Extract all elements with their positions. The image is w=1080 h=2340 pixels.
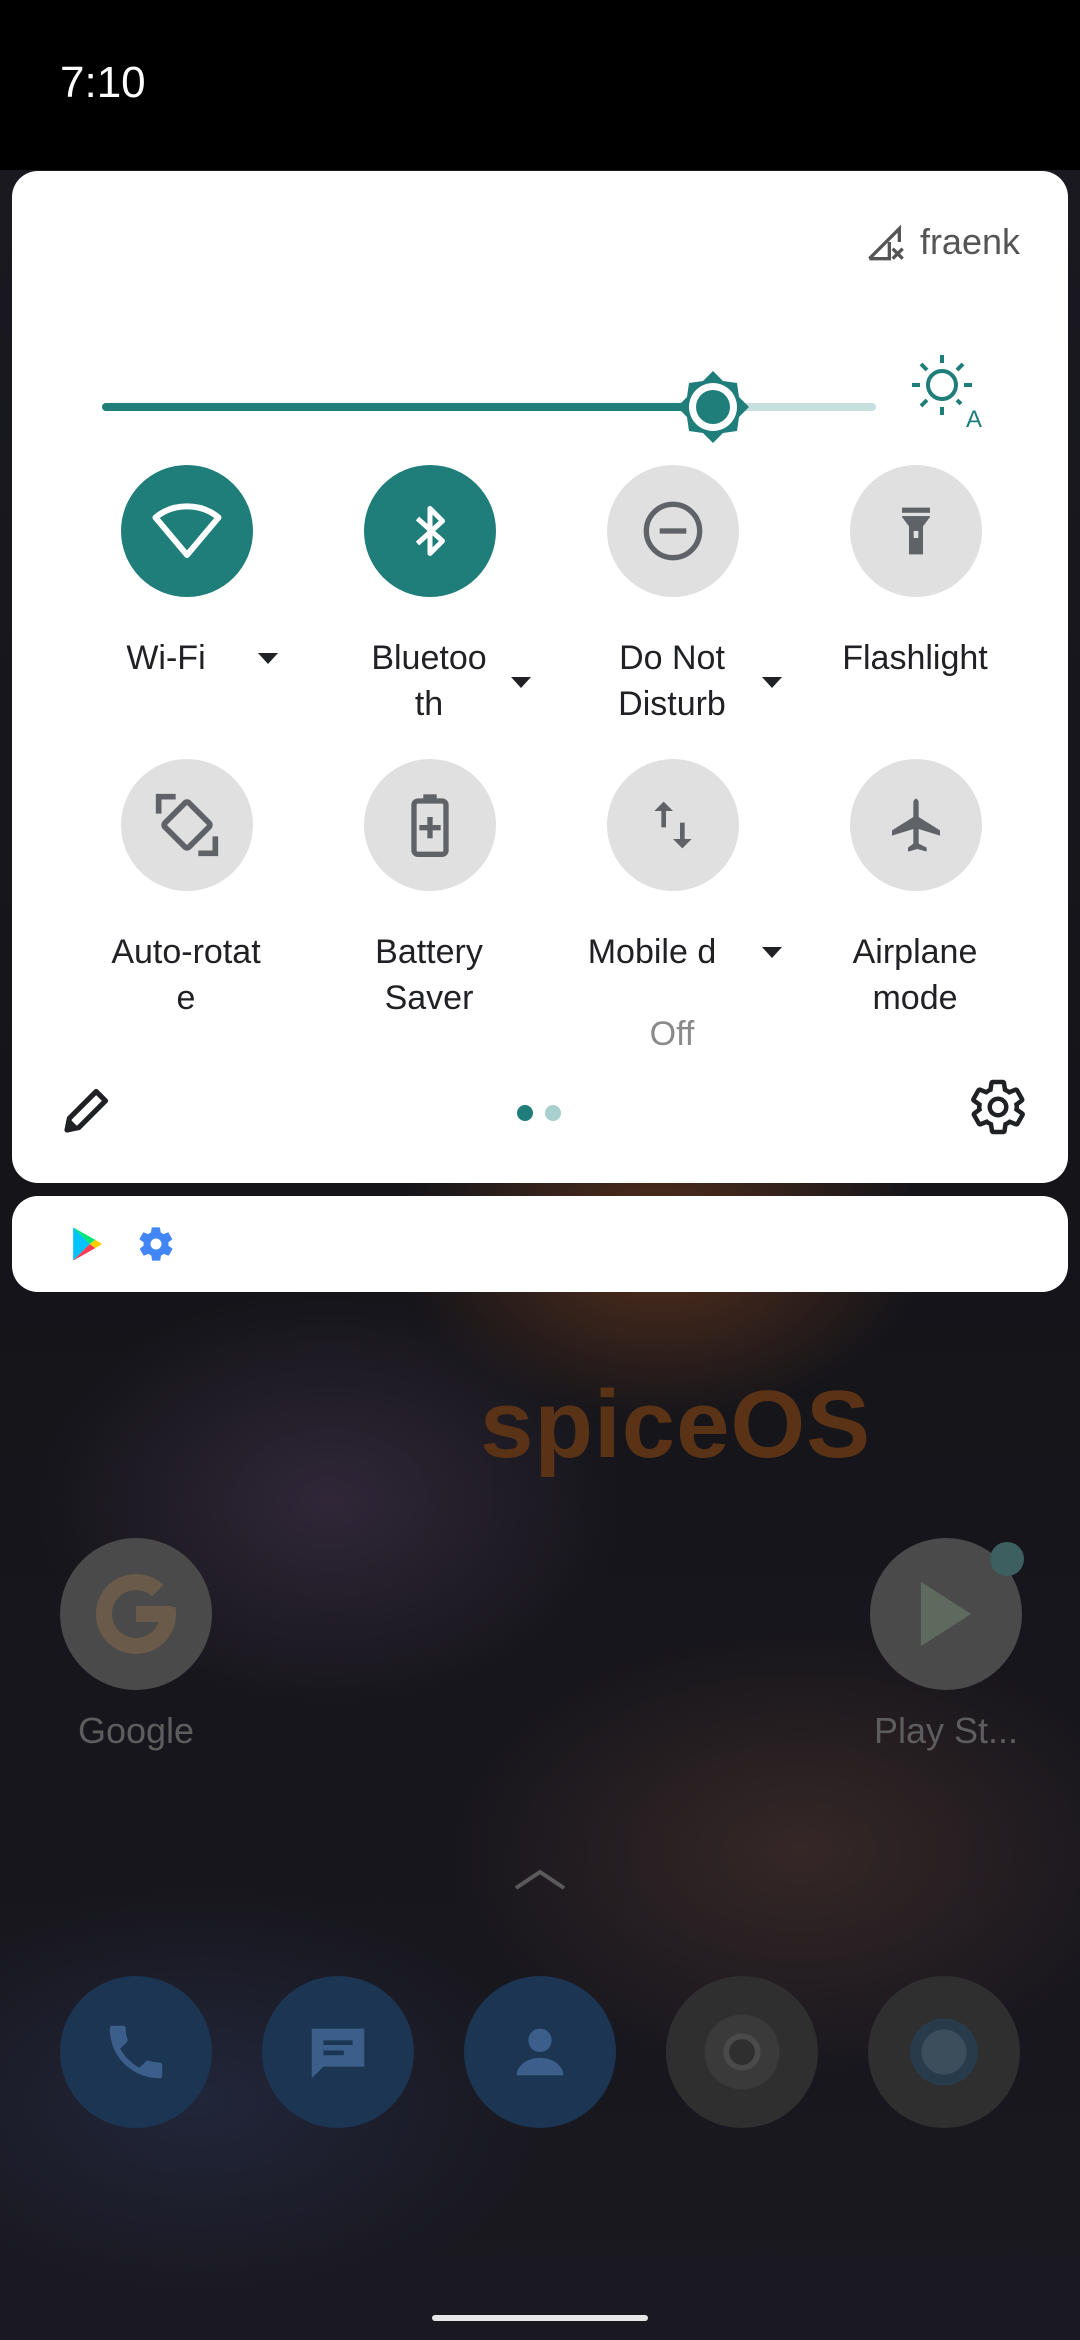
auto-rotate-tile-button[interactable] [121,759,253,891]
brightness-fill [102,403,713,411]
flashlight-tile-button[interactable] [850,465,982,597]
tile-label-flashlight: Flashlight [842,639,988,677]
app-label-play-store: Play St... [873,1710,1019,1751]
tile-label-wifi: Wi-Fi [126,639,206,677]
bluetooth-icon [415,506,445,556]
gesture-nav-pill[interactable] [432,2315,648,2321]
auto-rotate-icon [155,793,219,857]
tile-airplane-mode[interactable]: Airplane mode [805,759,1025,1039]
auto-brightness-icon[interactable]: A [908,351,988,431]
wifi-icon [152,503,222,558]
google-icon [60,1538,212,1690]
carrier-name: fraenk [919,221,1020,262]
tile-battery-saver[interactable]: Battery Saver [319,759,539,1039]
app-google[interactable]: Google [36,1538,236,1752]
airplane-icon [892,798,940,852]
brightness-slider[interactable] [102,367,886,447]
bluetooth-dropdown-icon[interactable] [511,677,531,688]
wifi-dropdown-icon[interactable] [258,653,278,664]
mobile-data-tile-button[interactable] [607,759,739,891]
tile-do-not-disturb[interactable]: Do Not Disturb [562,465,782,745]
page-indicator [517,1105,573,1121]
notification-icon-strip[interactable] [12,1196,1068,1292]
dnd-dropdown-icon[interactable] [762,677,782,688]
tile-label-auto-rotate: Auto-rotat e [111,933,261,1017]
bluetooth-tile-button[interactable] [364,465,496,597]
do-not-disturb-icon [643,501,703,561]
battery-saver-icon [411,794,449,857]
battery-saver-tile-button[interactable] [364,759,496,891]
tile-auto-rotate[interactable]: Auto-rotat e [76,759,296,1039]
tile-sublabel-mobile-data: Off [649,1015,695,1053]
play-store-icon [870,1538,1024,1690]
edit-icon[interactable] [60,1081,116,1137]
contacts-icon[interactable] [464,1976,616,2128]
svg-text:A: A [966,406,982,431]
dnd-tile-button[interactable] [607,465,739,597]
phone-icon[interactable] [60,1976,212,2128]
page-dot-2 [545,1105,561,1121]
tile-mobile-data[interactable]: Mobile d Off [562,759,782,1053]
tile-label-bluetooth: Bluetoo th [371,639,487,723]
app-label-google: Google [77,1710,195,1751]
quick-settings-panel: fraenk A Wi-Fi Bluetoo th Do Not Disturb… [12,171,1068,1183]
mobile-data-icon [654,801,692,849]
brightness-thumb-icon[interactable] [675,369,751,445]
settings-icon[interactable] [968,1077,1028,1137]
play-store-icon [73,1227,103,1261]
messages-icon[interactable] [262,1976,414,2128]
tile-flashlight[interactable]: Flashlight [805,465,1025,745]
tile-wifi[interactable]: Wi-Fi [76,465,296,745]
settings-gear-icon [139,1227,173,1261]
page-dot-1 [517,1105,533,1121]
no-signal-icon [868,224,904,261]
chrome-icon[interactable] [666,1976,818,2128]
status-bar: 7:10 [0,0,1080,170]
tile-label-battery-saver: Battery Saver [375,933,483,1017]
notification-dot [990,1542,1024,1576]
wifi-tile-button[interactable] [121,465,253,597]
clock: 7:10 [60,58,146,107]
mobile-data-dropdown-icon[interactable] [762,947,782,958]
tile-label-mobile-data: Mobile d [587,933,717,971]
tile-label-airplane: Airplane mode [852,933,978,1017]
spiceos-logo: spiceOS [480,1371,872,1478]
camera-icon[interactable] [868,1976,1020,2128]
app-drawer-chevron-icon[interactable] [512,1866,568,1892]
app-play-store[interactable]: Play St... [846,1538,1046,1752]
flashlight-icon [902,507,930,555]
carrier-info: fraenk [866,221,1020,263]
tile-bluetooth[interactable]: Bluetoo th [319,465,539,745]
airplane-tile-button[interactable] [850,759,982,891]
tile-label-dnd: Do Not Disturb [618,639,726,723]
